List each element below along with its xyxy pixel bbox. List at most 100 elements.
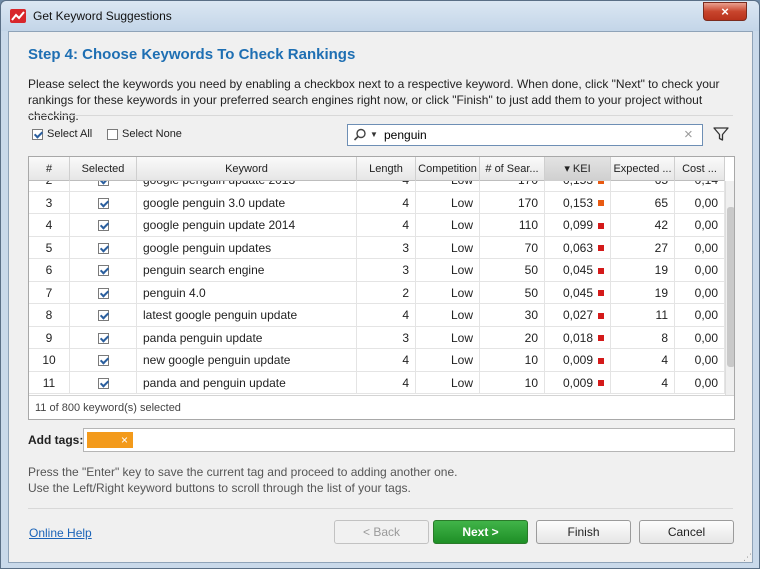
table-row[interactable]: 2 google penguin update 20134Low170 0,153 6…: [29, 181, 725, 192]
expected-cell: 65: [611, 191, 675, 214]
selected-cell: [70, 371, 137, 394]
kei-indicator-icon: [598, 290, 604, 297]
tags-input[interactable]: ×: [83, 428, 735, 452]
searches-cell: 170: [480, 191, 545, 214]
back-button[interactable]: < Back: [334, 520, 429, 544]
table-body: 2google penguin update 20134Low1700,1536…: [29, 181, 725, 395]
row-checkbox[interactable]: [97, 197, 109, 209]
resize-grip-icon[interactable]: ⋰: [743, 552, 752, 563]
selected-cell: [70, 181, 137, 192]
remove-tag-icon[interactable]: ×: [121, 432, 128, 448]
keyword-cell: new google penguin update: [137, 349, 357, 372]
cost-cell: 0,00: [675, 259, 725, 282]
length-cell: 4: [357, 371, 416, 394]
kei-indicator-icon: [598, 222, 604, 229]
divider: [28, 508, 733, 509]
length-cell: 4: [357, 191, 416, 214]
finish-button[interactable]: Finish: [536, 520, 631, 544]
keyword-cell: latest google penguin update: [137, 304, 357, 327]
keyword-cell: google penguin 3.0 update: [137, 191, 357, 214]
column-header[interactable]: Selected: [70, 157, 137, 181]
kei-indicator-icon: [598, 200, 604, 207]
cancel-button[interactable]: Cancel: [639, 520, 734, 544]
tag-chip[interactable]: ×: [87, 432, 133, 448]
row-checkbox[interactable]: [97, 332, 109, 344]
row-checkbox[interactable]: [97, 242, 109, 254]
table-row[interactable]: 8 latest google penguin update 4 Low 30 0,027…: [29, 304, 725, 327]
column-header[interactable]: ▾ KEI: [545, 157, 611, 181]
kei-value: 0,099: [562, 218, 593, 232]
column-header[interactable]: Length: [357, 157, 416, 181]
selected-cell: [70, 259, 137, 282]
competition-cell: Low: [416, 349, 480, 372]
row-checkbox[interactable]: [97, 355, 109, 367]
search-box[interactable]: ▼ ×: [347, 124, 703, 146]
row-checkbox[interactable]: [97, 287, 109, 299]
search-icon[interactable]: [353, 128, 367, 145]
num-cell: 10: [29, 349, 70, 372]
column-header[interactable]: Cost ...: [675, 157, 725, 181]
kei-cell: 0,153: [545, 191, 611, 214]
searches-cell: 170: [480, 181, 545, 192]
select-all-checkbox[interactable]: Select All: [32, 128, 92, 140]
kei-cell: 0,045: [545, 281, 611, 304]
kei-cell: 0,045: [545, 259, 611, 282]
kei-cell: 0,018: [545, 326, 611, 349]
cost-cell: 0,00: [675, 326, 725, 349]
window-close-button[interactable]: ×: [703, 2, 747, 21]
row-checkbox[interactable]: [97, 220, 109, 232]
title-bar[interactable]: Get Keyword Suggestions ×: [1, 1, 759, 31]
length-cell: 4: [357, 181, 416, 192]
column-header[interactable]: Keyword: [137, 157, 357, 181]
kei-indicator-icon: [598, 335, 604, 342]
cost-cell: 0,00: [675, 281, 725, 304]
row-checkbox[interactable]: [97, 265, 109, 277]
searches-cell: 10: [480, 349, 545, 372]
competition-cell: Low: [416, 304, 480, 327]
dialog-content: Step 4: Choose Keywords To Check Ranking…: [8, 31, 753, 563]
table-row[interactable]: 11 panda and penguin update 4 Low 10 0,009 4 0,…: [29, 371, 725, 394]
num-cell: 4: [29, 214, 70, 237]
column-header[interactable]: Competition: [416, 157, 480, 181]
cost-cell: 0,00: [675, 349, 725, 372]
vertical-scrollbar[interactable]: [725, 181, 734, 395]
kei-indicator-icon: [598, 181, 604, 184]
row-checkbox[interactable]: [97, 181, 109, 187]
column-header[interactable]: Expected ...: [611, 157, 675, 181]
checkbox-icon[interactable]: [107, 128, 118, 140]
table-row[interactable]: 9 panda penguin update 3 Low 20 0,018 8 0,00: [29, 326, 725, 349]
selected-cell: [70, 349, 137, 372]
next-button[interactable]: Next >: [433, 520, 528, 544]
column-header[interactable]: #: [29, 157, 70, 181]
searches-cell: 20: [480, 326, 545, 349]
num-cell: 9: [29, 326, 70, 349]
table-row[interactable]: 7 penguin 4.0 2 Low 50 0,045 19 0,00: [29, 281, 725, 304]
keyword-cell: google penguin update 2013: [137, 181, 357, 192]
row-checkbox[interactable]: [97, 310, 109, 322]
checkbox-icon[interactable]: [32, 128, 43, 140]
table-row[interactable]: 5 google penguin updates 3 Low 70 0,063 27 0,00: [29, 236, 725, 259]
searches-cell: 70: [480, 236, 545, 259]
searches-cell: 50: [480, 281, 545, 304]
filter-icon[interactable]: [713, 126, 729, 145]
table-row[interactable]: 3 google penguin 3.0 update 4 Low 170 0,153 65…: [29, 191, 725, 214]
table-row[interactable]: 4 google penguin update 2014 4 Low 110 0,099 4…: [29, 214, 725, 237]
selected-cell: [70, 191, 137, 214]
select-none-checkbox[interactable]: Select None: [107, 128, 182, 140]
clear-search-icon[interactable]: ×: [684, 126, 693, 143]
row-checkbox[interactable]: [97, 377, 109, 389]
selected-cell: [70, 214, 137, 237]
table-row[interactable]: 6 penguin search engine 3 Low 50 0,045 19 0,00: [29, 259, 725, 282]
competition-cell: Low: [416, 281, 480, 304]
column-header[interactable]: # of Sear...: [480, 157, 545, 181]
length-cell: 4: [357, 214, 416, 237]
search-options-chevron-down-icon[interactable]: ▼: [370, 130, 378, 139]
sort-descending-icon: ▾: [564, 163, 573, 175]
kei-indicator-icon: [598, 380, 604, 387]
scrollbar-thumb[interactable]: [727, 207, 734, 367]
table-row[interactable]: 10 new google penguin update 4 Low 10 0,009 4 0…: [29, 349, 725, 372]
cost-cell: 0,14: [675, 181, 725, 192]
step-title: Step 4: Choose Keywords To Check Ranking…: [28, 46, 356, 63]
search-input[interactable]: [382, 127, 672, 143]
online-help-link[interactable]: Online Help: [29, 526, 92, 540]
